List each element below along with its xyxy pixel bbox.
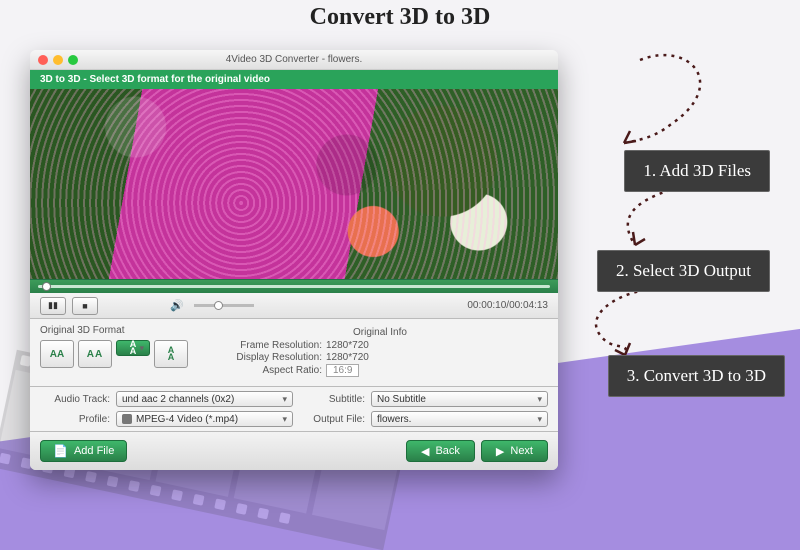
step-1: 1. Add 3D Files: [624, 150, 770, 192]
output-file-label: Output File:: [299, 414, 365, 425]
subtitle-select[interactable]: No Subtitle: [371, 391, 548, 407]
pause-button[interactable]: ▮▮: [40, 297, 66, 315]
volume-knob[interactable]: [214, 301, 223, 310]
step-3: 3. Convert 3D to 3D: [608, 355, 785, 397]
info-header: Original Info: [212, 327, 548, 338]
aa-icon: AA: [50, 349, 64, 360]
chevron-left-icon: ◀: [421, 445, 429, 458]
seek-bar[interactable]: [30, 279, 558, 293]
next-label: Next: [510, 445, 533, 457]
stop-button[interactable]: ■: [72, 297, 98, 315]
add-file-button[interactable]: 📄 Add File: [40, 440, 127, 462]
frame-res-value: 1280*720: [326, 340, 369, 351]
aspect-value: 16:9: [326, 364, 359, 377]
subheader: 3D to 3D - Select 3D format for the orig…: [30, 70, 558, 89]
back-label: Back: [435, 445, 459, 457]
window-title: 4Video 3D Converter - flowers.: [30, 54, 558, 65]
timecode: 00:00:10/00:04:13: [467, 300, 548, 311]
output-file-select[interactable]: flowers.: [371, 411, 548, 427]
aspect-label: Aspect Ratio:: [212, 365, 322, 376]
add-file-label: Add File: [74, 445, 114, 457]
format-sbs-full[interactable]: AA: [78, 340, 112, 368]
profile-label: Profile:: [40, 414, 110, 425]
aa-icon: AA: [87, 349, 103, 360]
format-tab-full[interactable]: AA: [154, 340, 188, 368]
format-sbs-half[interactable]: AA: [40, 340, 74, 368]
volume-slider[interactable]: [194, 304, 254, 307]
profile-select[interactable]: MPEG-4 Video (*.mp4): [116, 411, 293, 427]
video-preview[interactable]: [30, 89, 558, 279]
app-window: 4Video 3D Converter - flowers. 3D to 3D …: [30, 50, 558, 470]
display-res-value: 1280*720: [326, 352, 369, 363]
audio-track-label: Audio Track:: [40, 394, 110, 405]
add-file-icon: 📄: [53, 444, 68, 458]
next-button[interactable]: ▶ Next: [481, 440, 548, 462]
display-res-label: Display Resolution:: [212, 352, 322, 363]
aa-icon: AA: [130, 341, 137, 355]
step-2: 2. Select 3D Output: [597, 250, 770, 292]
chevron-right-icon: ▶: [496, 445, 504, 458]
back-button[interactable]: ◀ Back: [406, 440, 475, 462]
format-tab-half[interactable]: AA: [116, 340, 150, 356]
aa-icon: AA: [168, 347, 175, 361]
seek-knob[interactable]: [42, 282, 51, 291]
titlebar: 4Video 3D Converter - flowers.: [30, 50, 558, 70]
profile-icon: [122, 414, 132, 424]
frame-res-label: Frame Resolution:: [212, 340, 322, 351]
page-heading: Convert 3D to 3D: [0, 4, 800, 31]
preview-image: [30, 89, 558, 279]
subtitle-label: Subtitle:: [299, 394, 365, 405]
audio-track-select[interactable]: und aac 2 channels (0x2): [116, 391, 293, 407]
format-label: Original 3D Format: [40, 325, 188, 336]
volume-icon: 🔊: [170, 299, 184, 312]
